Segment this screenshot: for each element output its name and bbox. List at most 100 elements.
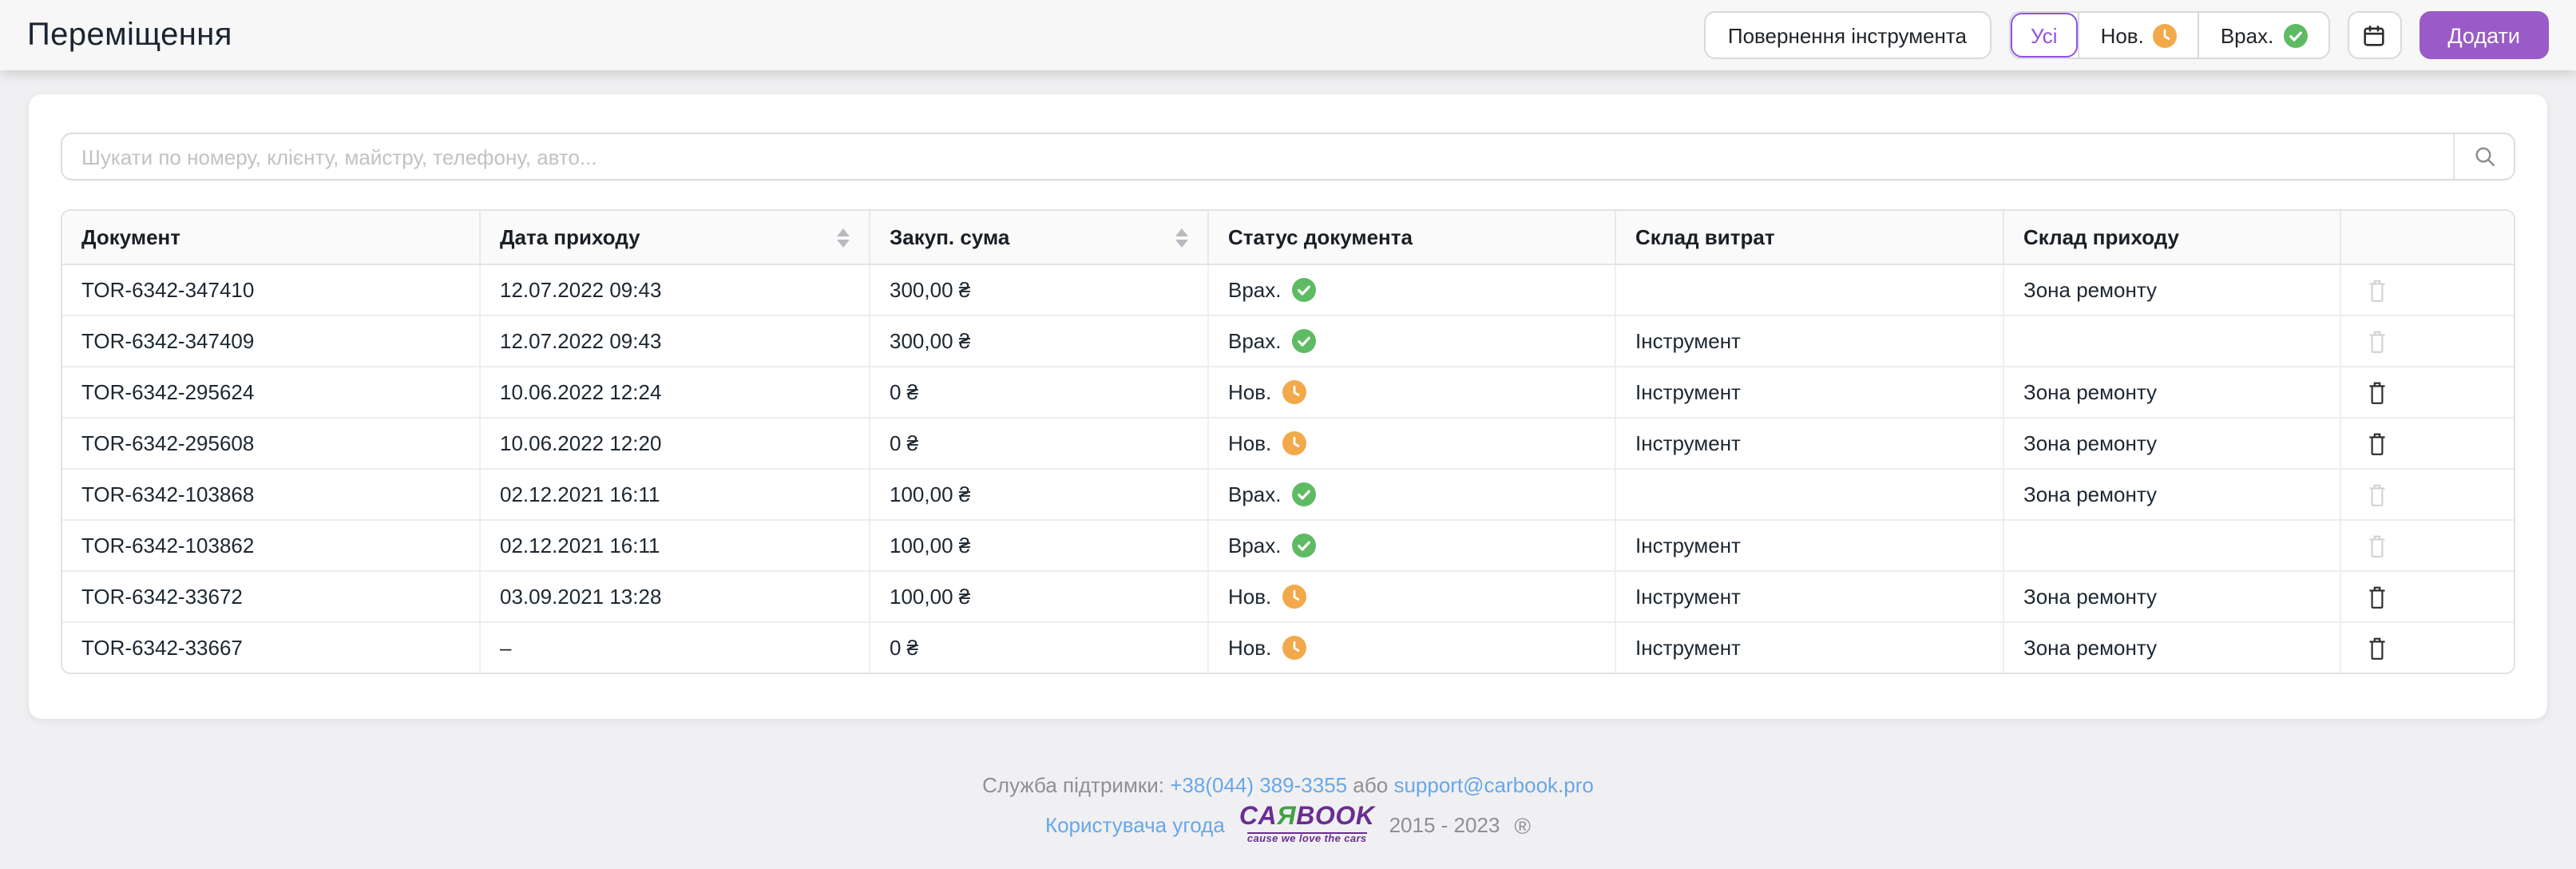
app-root: Переміщення Повернення інструмента Усі Н… — [0, 0, 2576, 869]
trash-icon — [2369, 330, 2385, 352]
purchase-sum-cell: 300,00 ₴ — [870, 316, 1209, 366]
clock-icon — [1282, 585, 1307, 609]
delete-button — [2364, 274, 2391, 306]
purchase-sum-cell: 300,00 ₴ — [870, 265, 1209, 315]
column-header-income-warehouse: Склад приходу — [2004, 211, 2341, 264]
delete-button[interactable] — [2364, 632, 2391, 664]
add-button[interactable]: Додати — [2419, 11, 2549, 59]
income-warehouse-cell: Зона ремонту — [2004, 367, 2341, 417]
arrival-date-cell: 10.06.2022 12:24 — [481, 367, 870, 417]
sort-icon[interactable] — [834, 224, 853, 250]
status-label: Врах. — [1228, 482, 1282, 506]
status-label: Врах. — [1228, 329, 1282, 353]
filter-accounted-tab[interactable]: Врах. — [2198, 13, 2328, 58]
registered-mark-icon: ® — [1514, 812, 1532, 839]
purchase-sum-cell: 100,00 ₴ — [870, 521, 1209, 570]
support-email-link[interactable]: support@carbook.pro — [1393, 773, 1593, 797]
expense-warehouse-cell: Інструмент — [1616, 367, 2004, 417]
footer: Служба підтримки: +38(044) 389-3355 або … — [29, 773, 2547, 846]
status-cell: Нов. — [1209, 572, 1616, 621]
calendar-icon — [2364, 25, 2384, 46]
check-icon — [2283, 23, 2308, 47]
carbook-logo: CAЯBOOK cause we love the cars — [1238, 804, 1375, 845]
arrival-date-cell: 12.07.2022 09:43 — [481, 265, 870, 315]
user-agreement-link[interactable]: Користувача угода — [1045, 814, 1225, 838]
status-cell: Врах. — [1209, 521, 1616, 570]
status-cell: Врах. — [1209, 470, 1616, 519]
status-label: Врах. — [1228, 278, 1282, 302]
trash-icon — [2369, 432, 2385, 454]
support-label: Служба підтримки: — [982, 773, 1164, 797]
page-title: Переміщення — [27, 17, 232, 52]
check-icon — [1292, 482, 1317, 506]
table-row[interactable]: TOR-6342-347409 12.07.2022 09:43 300,00 … — [62, 316, 2514, 367]
documents-card: Документ Дата приходу Закуп. сума Статус… — [29, 94, 2547, 719]
income-warehouse-cell: Зона ремонту — [2004, 470, 2341, 519]
check-icon — [1292, 329, 1317, 353]
delete-button[interactable] — [2364, 427, 2391, 459]
document-cell: TOR-6342-33667 — [62, 623, 481, 673]
income-warehouse-cell: Зона ремонту — [2004, 572, 2341, 621]
status-label: Врах. — [1228, 534, 1282, 558]
trash-icon — [2369, 534, 2385, 557]
support-line: Служба підтримки: +38(044) 389-3355 або … — [29, 773, 2547, 797]
actions-cell — [2341, 572, 2514, 621]
document-cell: TOR-6342-295608 — [62, 419, 481, 468]
column-header-document-status: Статус документа — [1209, 211, 1616, 264]
calendar-button[interactable] — [2347, 11, 2402, 59]
sort-icon[interactable] — [1172, 224, 1191, 250]
actions-cell — [2341, 265, 2514, 315]
status-label: Нов. — [1228, 380, 1272, 404]
search-button[interactable] — [2453, 134, 2514, 179]
table-row[interactable]: TOR-6342-295624 10.06.2022 12:24 0 ₴ Нов… — [62, 367, 2514, 419]
expense-warehouse-cell — [1616, 470, 2004, 519]
return-tool-button[interactable]: Повернення інструмента — [1703, 11, 1991, 59]
table-row[interactable]: TOR-6342-33672 03.09.2021 13:28 100,00 ₴… — [62, 572, 2514, 623]
document-cell: TOR-6342-103862 — [62, 521, 481, 570]
document-cell: TOR-6342-33672 — [62, 572, 481, 621]
or-text: або — [1353, 773, 1389, 797]
clock-icon — [1282, 636, 1307, 660]
document-cell: TOR-6342-347410 — [62, 265, 481, 315]
column-header-expense-warehouse: Склад витрат — [1616, 211, 2004, 264]
copyright-line: Користувача угода CAЯBOOK cause we love … — [29, 804, 2547, 846]
check-icon — [1292, 278, 1317, 302]
actions-cell — [2341, 419, 2514, 468]
status-label: Нов. — [1228, 585, 1272, 609]
table-row[interactable]: TOR-6342-33667 – 0 ₴ Нов. Інструмент Зон… — [62, 623, 2514, 673]
filter-all-tab[interactable]: Усі — [2010, 13, 2079, 58]
income-warehouse-cell: Зона ремонту — [2004, 265, 2341, 315]
document-cell: TOR-6342-295624 — [62, 367, 481, 417]
clock-icon — [2153, 23, 2178, 47]
status-cell: Врах. — [1209, 265, 1616, 315]
filter-new-tab[interactable]: Нов. — [2078, 13, 2198, 58]
clock-icon — [1282, 431, 1307, 455]
arrival-date-cell: – — [481, 623, 870, 673]
status-cell: Нов. — [1209, 419, 1616, 468]
table-header: Документ Дата приходу Закуп. сума Статус… — [62, 211, 2514, 265]
document-cell: TOR-6342-103868 — [62, 470, 481, 519]
support-phone-link[interactable]: +38(044) 389-3355 — [1170, 773, 1347, 797]
document-cell: TOR-6342-347409 — [62, 316, 481, 366]
expense-warehouse-cell: Інструмент — [1616, 521, 2004, 570]
table-row[interactable]: TOR-6342-103862 02.12.2021 16:11 100,00 … — [62, 521, 2514, 572]
search-input[interactable] — [62, 134, 2453, 179]
purchase-sum-cell: 0 ₴ — [870, 419, 1209, 468]
delete-button[interactable] — [2364, 376, 2391, 408]
logo-tagline: cause we love the cars — [1246, 832, 1367, 845]
status-cell: Нов. — [1209, 367, 1616, 417]
column-header-purchase-sum[interactable]: Закуп. сума — [870, 211, 1209, 264]
column-header-arrival-date[interactable]: Дата приходу — [481, 211, 870, 264]
purchase-sum-cell: 0 ₴ — [870, 367, 1209, 417]
income-warehouse-cell: Зона ремонту — [2004, 419, 2341, 468]
trash-icon — [2369, 585, 2385, 608]
delete-button[interactable] — [2364, 581, 2391, 613]
topbar-actions: Повернення інструмента Усі Нов. Врах. До… — [1703, 11, 2549, 59]
expense-warehouse-cell: Інструмент — [1616, 316, 2004, 366]
table-row[interactable]: TOR-6342-103868 02.12.2021 16:11 100,00 … — [62, 470, 2514, 521]
actions-cell — [2341, 521, 2514, 570]
table-row[interactable]: TOR-6342-295608 10.06.2022 12:20 0 ₴ Нов… — [62, 419, 2514, 470]
status-filter: Усі Нов. Врах. — [2008, 11, 2330, 59]
table-row[interactable]: TOR-6342-347410 12.07.2022 09:43 300,00 … — [62, 265, 2514, 316]
delete-button — [2364, 325, 2391, 357]
